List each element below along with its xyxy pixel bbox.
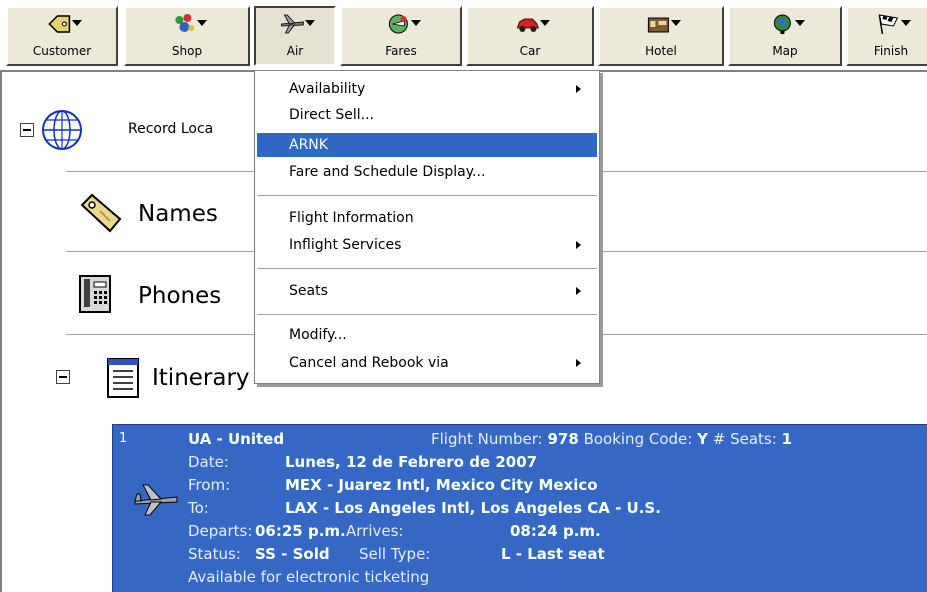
segment-index: 1 [119,431,128,446]
car-label: Car [519,44,541,58]
menu-separator [257,314,597,316]
booking-code-label: Booking Code: [583,430,693,448]
customer-label: Customer [32,44,92,58]
menu-separator [257,268,597,270]
car-icon [516,18,539,32]
to-airport: LAX - Los Angeles Intl, Los Angeles CA -… [285,499,661,517]
menu-separator [257,195,597,197]
seats: 1 [781,430,792,448]
air-dropdown-menu: Availability Direct Sell... ARNK Fare an… [254,70,600,384]
tag-icon [48,15,71,33]
car-button[interactable]: Car [466,6,594,66]
phone-icon [79,275,111,313]
status-label: Status: [188,545,241,563]
status: SS - Sold [255,545,330,563]
chevron-down-icon [671,20,681,26]
menu-item-seats[interactable]: Seats [257,279,597,303]
toolbar: Customer Shop Air Fares Car Hotel Map Fi… [0,0,927,72]
phones-section-label[interactable]: Phones [138,283,221,309]
map-label: Map [772,44,798,58]
menu-item-inflight-services[interactable]: Inflight Services [257,233,597,257]
menu-item-flight-information[interactable]: Flight Information [257,206,597,230]
arrives-label: Arrives: [346,522,404,540]
chevron-down-icon [305,20,315,26]
itinerary-section-label[interactable]: Itinerary [152,365,250,391]
hotel-label: Hotel [645,44,677,58]
sell-type: L - Last seat [501,545,605,563]
chevron-down-icon [901,20,911,26]
finish-label: Finish [873,44,909,58]
from-airport: MEX - Juarez Intl, Mexico City Mexico [285,476,598,494]
menu-item-label: Cancel and Rebook via [289,355,449,371]
menu-item-label: ARNK [289,137,328,153]
hotel-button[interactable]: Hotel [598,6,724,66]
hotel-icon [647,17,669,33]
finish-button[interactable]: Finish [846,6,927,66]
itinerary-collapse-toggle[interactable] [56,370,70,384]
menu-item-modify[interactable]: Modify... [257,323,597,347]
chevron-down-icon [197,20,207,26]
date: Lunes, 12 de Febrero de 2007 [285,453,538,471]
flight-number: 978 [547,430,579,448]
chevron-down-icon [540,20,550,26]
menu-item-label: Availability [289,81,366,97]
sell-type-label: Sell Type: [359,545,431,563]
booking-code: Y [697,430,708,448]
flight-segment[interactable]: 1 UA - United Flight Number: 978 Booking… [112,424,927,592]
air-label: Air [286,44,304,58]
shop-label: Shop [171,44,203,58]
carrier: UA - United [188,430,285,448]
menu-item-direct-sell[interactable]: Direct Sell... [257,103,597,127]
menu-item-label: Inflight Services [289,237,402,253]
menu-item-label: Direct Sell... [289,107,374,123]
panel-border [0,72,2,592]
departs-time: 06:25 p.m. [255,522,346,540]
airplane-icon [280,14,304,34]
fares-label: Fares [385,44,417,58]
menu-item-arnk[interactable]: ARNK [257,133,597,157]
seats-label: # Seats: [712,430,777,448]
menu-item-cancel-rebook-via[interactable]: Cancel and Rebook via [257,351,597,375]
names-section-label[interactable]: Names [138,201,218,227]
departs-label: Departs: [188,522,253,540]
date-label: Date: [188,453,229,471]
checkered-flag-icon [878,14,899,35]
air-button[interactable]: Air [254,6,336,66]
menu-item-availability[interactable]: Availability [257,77,597,101]
globe-grid-icon [42,110,82,150]
menu-item-label: Modify... [289,327,347,343]
submenu-arrow-icon [576,287,581,295]
submenu-arrow-icon [576,241,581,249]
chevron-down-icon [795,20,805,26]
menu-item-label: Fare and Schedule Display... [289,164,486,180]
map-button[interactable]: Map [728,6,842,66]
arrives-time: 08:24 p.m. [510,522,601,540]
from-label: From: [188,476,231,494]
shop-button[interactable]: Shop [124,6,250,66]
name-tag-icon [80,193,122,233]
customer-button[interactable]: Customer [6,6,118,66]
shop-icon [175,14,195,32]
flight-number-label: Flight Number: [431,430,543,448]
itinerary-document-icon [107,358,139,398]
submenu-arrow-icon [576,359,581,367]
chevron-down-icon [72,20,82,26]
menu-item-fare-schedule-display[interactable]: Fare and Schedule Display... [257,160,597,184]
fares-button[interactable]: Fares [340,6,462,66]
to-label: To: [188,499,209,517]
chevron-down-icon [411,20,421,26]
menu-item-label: Seats [289,283,328,299]
record-locator-collapse-toggle[interactable] [20,123,34,137]
fares-icon [388,14,408,34]
record-locator-label: Record Loca [128,121,214,137]
menu-item-label: Flight Information [289,210,414,226]
airplane-icon [134,484,178,516]
submenu-arrow-icon [576,85,581,93]
globe-icon [773,14,791,34]
eticket-note: Available for electronic ticketing [188,568,430,586]
